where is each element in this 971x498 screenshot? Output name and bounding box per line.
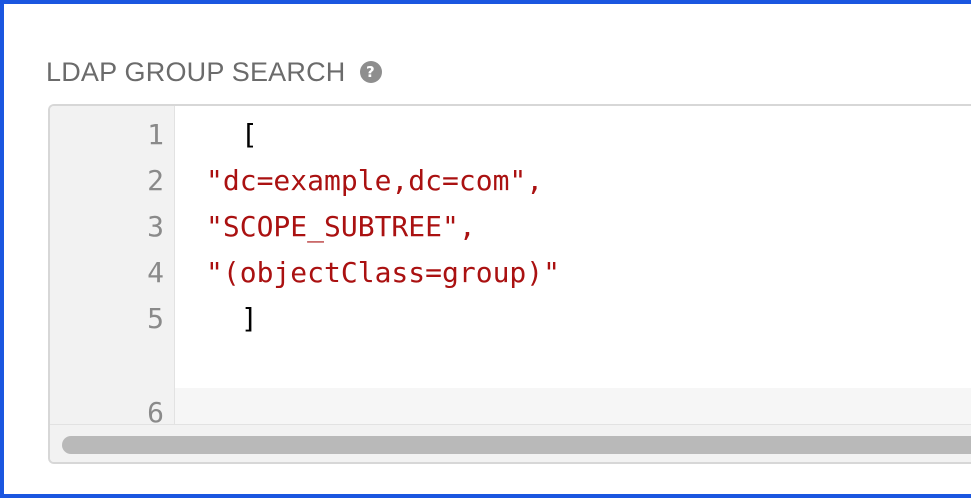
code-line[interactable]: "dc=example,dc=com",	[206, 158, 543, 204]
line-number: 4	[147, 256, 164, 289]
code-line[interactable]: ]	[224, 296, 258, 342]
line-number: 1	[147, 118, 164, 151]
line-number: 6	[147, 396, 164, 424]
code-line[interactable]: "(objectClass=group)"	[206, 250, 560, 296]
field-label-row: LDAP GROUP SEARCH ?	[46, 52, 382, 92]
code-line[interactable]: "SCOPE_SUBTREE",	[206, 204, 476, 250]
line-number-gutter: 1 2 3 4 5 6	[50, 106, 175, 424]
active-line-highlight	[175, 388, 971, 424]
code-editor[interactable]: 1 2 3 4 5 6 [ "dc=example,dc=com", "SCOP…	[48, 104, 971, 464]
line-number: 2	[147, 164, 164, 197]
line-number: 5	[147, 302, 164, 335]
ldap-group-search-panel: LDAP GROUP SEARCH ? 1 2 3 4 5 6 [ "dc=ex…	[0, 0, 971, 498]
code-line[interactable]: [	[224, 112, 258, 158]
help-icon[interactable]: ?	[359, 61, 382, 83]
line-number: 3	[147, 210, 164, 243]
horizontal-scrollbar[interactable]	[50, 424, 971, 462]
scrollbar-thumb[interactable]	[62, 436, 971, 454]
field-label: LDAP GROUP SEARCH	[46, 56, 346, 87]
